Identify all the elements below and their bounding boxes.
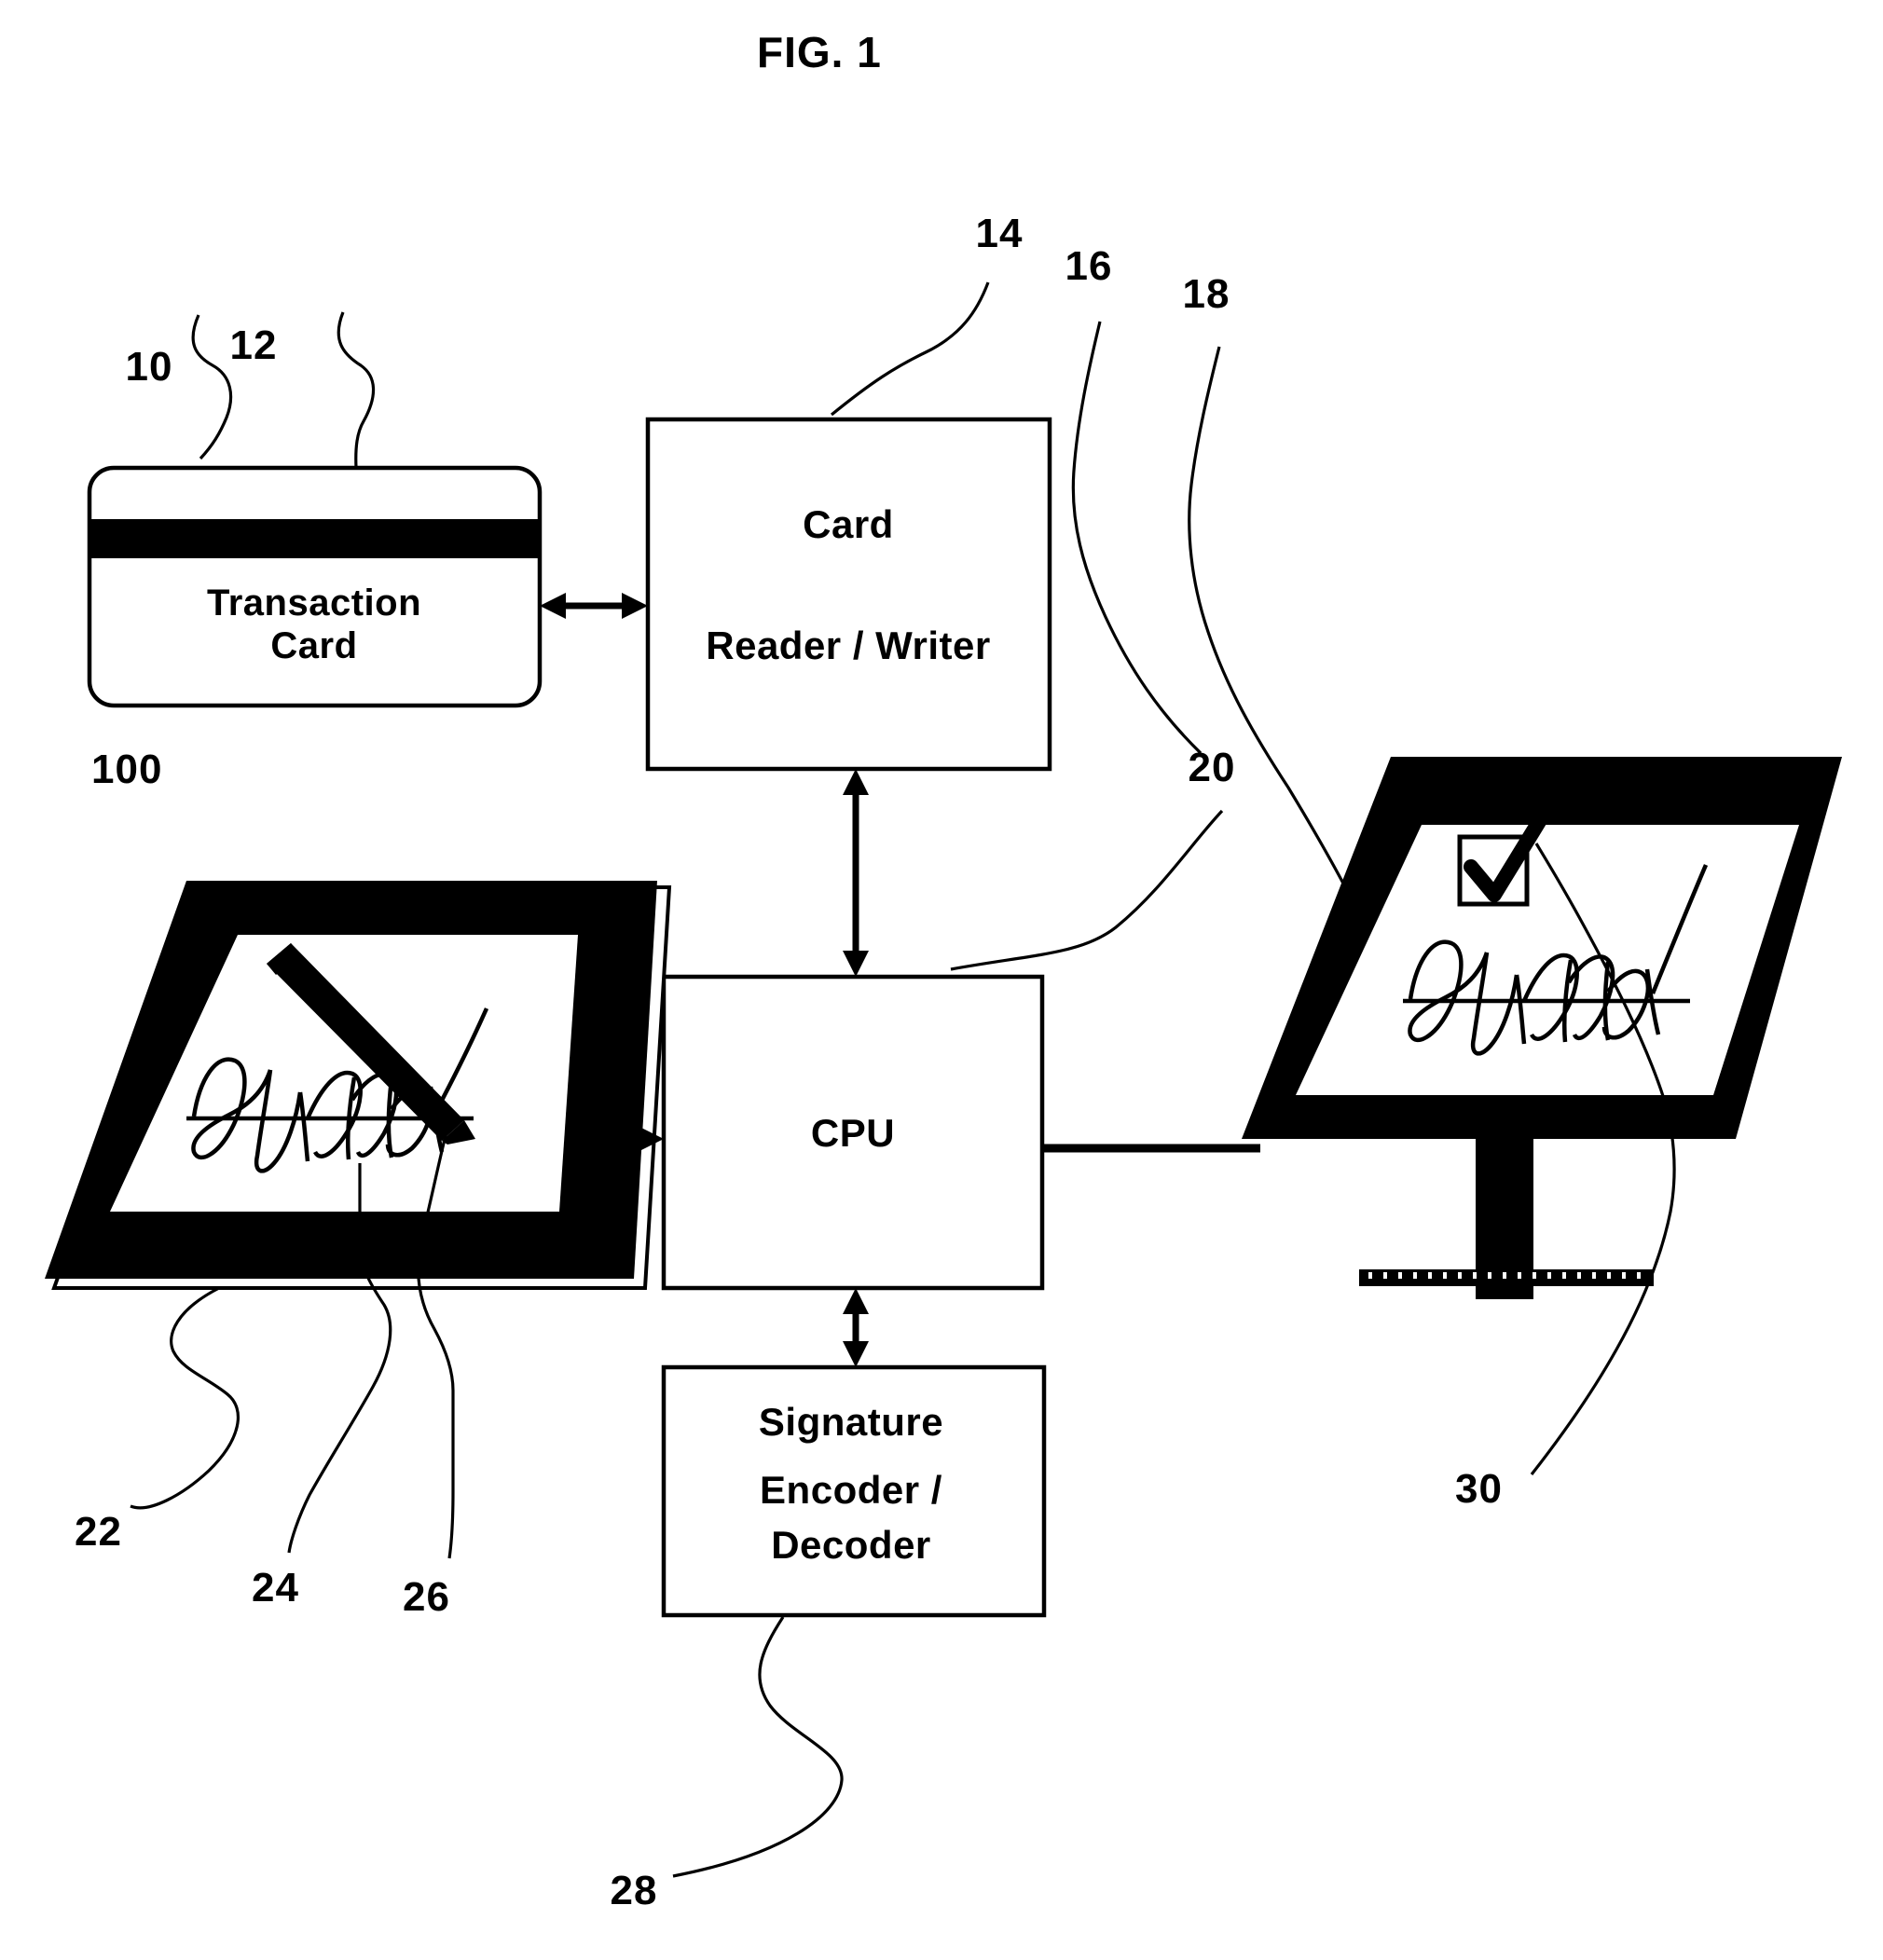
signature-encoder-decoder-box: Signature Encoder / Decoder xyxy=(661,1364,1047,1618)
connector-cpu-to-codec xyxy=(843,1288,869,1367)
card-reader-writer-label-line1: Card xyxy=(803,502,894,546)
arrowhead-down-codec xyxy=(843,1341,869,1367)
leader-line-16 xyxy=(1071,321,1203,755)
connector-reader-to-cpu xyxy=(843,769,869,977)
leader-line-18 xyxy=(1188,346,1354,900)
leader-line-12 xyxy=(337,311,376,469)
arrowhead-up-cpu xyxy=(843,1288,869,1314)
ref-num-100: 100 xyxy=(91,747,162,792)
ref-num-14: 14 xyxy=(976,211,1024,256)
arrowhead-right-card xyxy=(622,593,648,619)
figure-canvas: FIG. 1 Transaction Card 10 12 100 Card R… xyxy=(0,0,1883,1960)
signature-codec-label-line1: Signature xyxy=(759,1400,943,1444)
monitor-base xyxy=(1359,1269,1654,1286)
patent-figure-root: FIG. 1 Transaction Card 10 12 100 Card R… xyxy=(0,0,1883,1960)
figure-title: FIG. 1 xyxy=(757,28,882,76)
ref-num-16: 16 xyxy=(1065,243,1113,289)
leader-line-20 xyxy=(950,809,1224,971)
ref-num-24: 24 xyxy=(252,1565,299,1610)
arrowhead-left-card xyxy=(540,593,566,619)
signature-codec-label-line2: Encoder / xyxy=(760,1468,942,1512)
leader-line-22 xyxy=(130,1286,241,1510)
card-reader-writer-rect xyxy=(645,417,1052,772)
ref-num-12: 12 xyxy=(230,322,278,368)
cpu-label: CPU xyxy=(811,1111,895,1155)
signature-tablet xyxy=(45,881,672,1290)
card-reader-writer-box: Card Reader / Writer xyxy=(645,417,1052,772)
ref-num-10: 10 xyxy=(126,344,173,390)
arrowhead-up-reader xyxy=(843,769,869,795)
ref-num-26: 26 xyxy=(403,1574,450,1620)
transaction-card-label-line1: Transaction xyxy=(207,583,421,624)
leader-line-10 xyxy=(191,314,233,460)
signature-codec-label-line3: Decoder xyxy=(771,1523,931,1567)
ref-num-20: 20 xyxy=(1189,745,1236,790)
arrowhead-down-cpu xyxy=(843,951,869,977)
ref-num-18: 18 xyxy=(1183,271,1230,317)
ref-num-28: 28 xyxy=(611,1868,658,1913)
display-monitor xyxy=(1242,757,1842,1299)
card-reader-writer-label-line2: Reader / Writer xyxy=(706,624,991,667)
leader-line-28 xyxy=(672,1616,844,1878)
leader-line-14 xyxy=(830,281,990,417)
transaction-card-label-line2: Card xyxy=(270,625,357,666)
connector-card-to-reader xyxy=(540,593,648,619)
transaction-card-assembly: Transaction Card xyxy=(87,465,543,708)
ref-num-22: 22 xyxy=(75,1509,122,1555)
cpu-box: CPU xyxy=(661,974,1045,1291)
ref-num-30: 30 xyxy=(1455,1466,1503,1512)
magnetic-stripe xyxy=(89,519,540,558)
